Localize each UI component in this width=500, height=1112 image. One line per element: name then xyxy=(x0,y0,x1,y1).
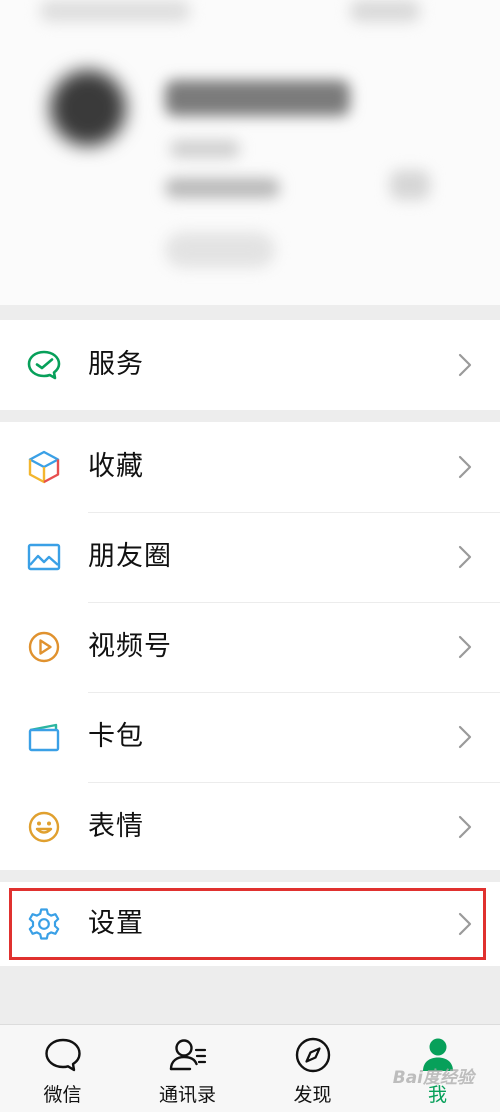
chevron-right-icon xyxy=(458,353,472,377)
status-button[interactable] xyxy=(165,232,275,268)
avatar[interactable] xyxy=(50,70,126,146)
menu-item-services[interactable]: 服务 xyxy=(0,320,500,410)
favorites-icon xyxy=(26,449,62,485)
status-bar-blur xyxy=(40,0,190,22)
menu-item-label: 卡包 xyxy=(88,721,144,752)
services-icon xyxy=(26,347,62,383)
tab-label: 通讯录 xyxy=(158,1084,216,1106)
nickname-blur xyxy=(165,80,350,116)
chevron-right-icon xyxy=(458,455,472,479)
settings-highlight-box xyxy=(9,888,486,960)
watermark-logo: Bai度经验 xyxy=(392,1068,474,1088)
menu-item-label: 视频号 xyxy=(88,631,172,662)
menu-item-stickers[interactable]: 表情 xyxy=(0,782,500,872)
services-group: 服务 xyxy=(0,320,500,410)
chevron-right-icon xyxy=(458,635,472,659)
chevron-right-icon xyxy=(458,545,472,569)
menu-item-moments[interactable]: 朋友圈 xyxy=(0,512,500,602)
menu-item-label: 表情 xyxy=(88,811,144,842)
chevron-right-icon xyxy=(458,725,472,749)
tab-label: 微信 xyxy=(43,1084,82,1106)
wechat-id-blur xyxy=(170,140,240,158)
menu-item-cards[interactable]: 卡包 xyxy=(0,692,500,782)
tab-discover[interactable]: 发现 xyxy=(250,1025,375,1112)
menu-item-label: 收藏 xyxy=(88,451,144,482)
chats-icon xyxy=(43,1035,83,1075)
menu-item-label: 服务 xyxy=(88,349,144,380)
qr-code-icon[interactable] xyxy=(390,170,430,200)
discover-icon xyxy=(293,1035,333,1075)
cards-icon xyxy=(26,719,62,755)
tab-label: 发现 xyxy=(293,1084,332,1106)
tab-contacts[interactable]: 通讯录 xyxy=(125,1025,250,1112)
account-info-blur xyxy=(165,178,280,198)
channels-icon xyxy=(26,629,62,665)
chevron-right-icon xyxy=(458,815,472,839)
moments-icon xyxy=(26,539,62,575)
menu-item-label: 朋友圈 xyxy=(88,541,172,572)
stickers-icon xyxy=(26,809,62,845)
menu-item-channels[interactable]: 视频号 xyxy=(0,602,500,692)
status-bar-blur-right xyxy=(350,0,420,22)
tab-chats[interactable]: 微信 xyxy=(0,1025,125,1112)
menu-item-favorites[interactable]: 收藏 xyxy=(0,422,500,512)
profile-header[interactable] xyxy=(0,0,500,305)
features-group: 收藏 朋友圈 视频号 卡包 表情 xyxy=(0,422,500,870)
contacts-icon xyxy=(168,1035,208,1075)
